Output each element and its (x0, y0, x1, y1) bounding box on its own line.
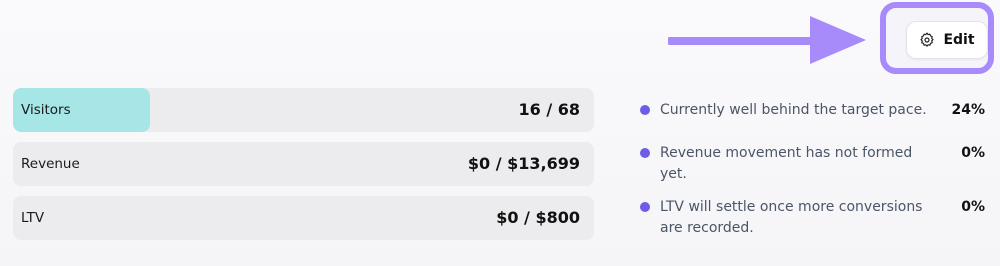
dot-icon (640, 105, 650, 115)
dot-icon (640, 202, 650, 212)
insight-text: LTV will settle once more conversions ar… (660, 199, 923, 236)
insight-item: Revenue movement has not formed yet. 0% (640, 143, 985, 185)
metric-row-revenue: Revenue $0 / $13,699 (13, 142, 594, 186)
insight-text: Revenue movement has not formed yet. (660, 145, 913, 182)
edit-button-label: Edit (943, 32, 975, 48)
insight-item: Currently well behind the target pace. 2… (640, 100, 985, 121)
insight-percent: 24% (951, 102, 985, 118)
insight-percent: 0% (961, 145, 985, 161)
metric-name: Revenue (21, 156, 80, 172)
dot-icon (640, 148, 650, 158)
insight-text: Currently well behind the target pace. (660, 102, 927, 118)
gear-icon (919, 32, 935, 48)
insight-item: LTV will settle once more conversions ar… (640, 197, 985, 239)
insight-percent: 0% (961, 199, 985, 215)
arrow-right-icon (668, 16, 866, 64)
metric-name: Visitors (21, 102, 71, 118)
metric-value: 16 / 68 (518, 100, 580, 119)
metric-row-visitors: Visitors 16 / 68 (13, 88, 594, 132)
edit-button[interactable]: Edit (906, 21, 988, 59)
metric-row-ltv: LTV $0 / $800 (13, 196, 594, 240)
metric-value: $0 / $800 (496, 208, 580, 227)
metric-value: $0 / $13,699 (467, 154, 580, 173)
metric-name: LTV (21, 210, 45, 226)
goals-panel: Edit Visitors 16 / 68 Revenue $0 / $13,6… (0, 0, 1000, 266)
